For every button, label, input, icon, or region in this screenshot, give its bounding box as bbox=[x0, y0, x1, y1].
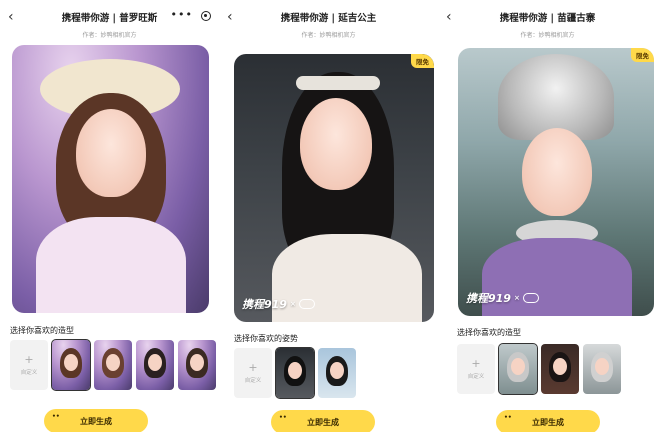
generate-button[interactable]: •• 立即生成 bbox=[496, 410, 600, 432]
face-shape bbox=[522, 128, 592, 216]
free-badge: 限免 bbox=[631, 48, 654, 62]
style-thumb[interactable] bbox=[51, 339, 91, 391]
sparkle-icon: •• bbox=[504, 414, 512, 421]
section-label: 选择你喜欢的姿势 bbox=[234, 334, 298, 343]
plus-icon: + bbox=[248, 361, 258, 374]
sparkle-icon: •• bbox=[279, 414, 287, 421]
generate-button-label: 立即生成 bbox=[307, 417, 339, 427]
thumb-face bbox=[64, 354, 78, 371]
cloud-icon bbox=[522, 293, 539, 303]
hero-portrait-image: 限免 携程919 × bbox=[234, 54, 434, 322]
pose-thumb[interactable] bbox=[318, 348, 356, 398]
section-label: 选择你喜欢的造型 bbox=[10, 326, 74, 335]
author-label: 作者：妙鸭相机官方 bbox=[520, 32, 575, 39]
plus-icon: + bbox=[471, 357, 481, 370]
free-badge: 限免 bbox=[411, 54, 434, 68]
custom-label: 自定义 bbox=[20, 370, 38, 376]
plus-icon: + bbox=[24, 353, 34, 366]
face-shape bbox=[300, 98, 372, 190]
thumb-face bbox=[595, 358, 609, 375]
watermark-text: 携程919 bbox=[466, 292, 511, 305]
custom-label: 自定义 bbox=[467, 374, 485, 380]
style-thumb[interactable] bbox=[178, 340, 216, 390]
top-bar: ‹ 携程带你游 | 延吉公主 bbox=[219, 6, 438, 28]
sparkle-icon: •• bbox=[52, 413, 60, 420]
watermark: 携程919 × bbox=[242, 296, 315, 312]
watermark-x: × bbox=[513, 294, 520, 302]
thumb-face bbox=[511, 358, 525, 375]
screen-yanji: ‹ 携程带你游 | 延吉公主 作者：妙鸭相机官方 限免 携程919 × 选择你喜… bbox=[219, 0, 438, 432]
custom-label: 自定义 bbox=[244, 378, 262, 384]
author-label: 作者：妙鸭相机官方 bbox=[301, 32, 356, 39]
screen-provence: ‹ 携程带你游 | 普罗旺斯 ••• 作者：妙鸭相机官方 选择你喜欢的造型 + … bbox=[0, 0, 219, 432]
top-bar: ‹ 携程带你游 | 普罗旺斯 ••• bbox=[0, 6, 219, 28]
style-thumb[interactable] bbox=[136, 340, 174, 390]
generate-button[interactable]: •• 立即生成 bbox=[271, 410, 375, 432]
page-title: 携程带你游 | 延吉公主 bbox=[280, 13, 377, 24]
pose-thumbnails: + 自定义 bbox=[234, 347, 356, 399]
page-title: 携程带你游 | 苗疆古寨 bbox=[499, 13, 596, 24]
thumb-face bbox=[553, 358, 567, 375]
style-thumb[interactable] bbox=[94, 340, 132, 390]
face-shape bbox=[76, 109, 146, 197]
section-label: 选择你喜欢的造型 bbox=[457, 328, 521, 337]
custom-tile[interactable]: + 自定义 bbox=[10, 340, 48, 390]
top-bar: ‹ 携程带你游 | 苗疆古寨 bbox=[438, 6, 657, 28]
cloud-icon bbox=[298, 299, 315, 309]
watermark: 携程919 × bbox=[466, 290, 539, 306]
hero-portrait-image: 限免 携程919 × bbox=[458, 48, 654, 316]
thumb-face bbox=[288, 362, 302, 379]
thumb-face bbox=[148, 354, 162, 371]
watermark-x: × bbox=[289, 300, 296, 308]
style-thumb[interactable] bbox=[541, 344, 579, 394]
more-dots-icon[interactable]: ••• bbox=[171, 8, 193, 21]
style-thumb[interactable] bbox=[498, 343, 538, 395]
watermark-text: 携程919 bbox=[242, 298, 287, 311]
thumb-face bbox=[106, 354, 120, 371]
hero-portrait-image bbox=[12, 45, 209, 313]
thumb-face bbox=[330, 362, 344, 379]
generate-button-label: 立即生成 bbox=[80, 416, 112, 426]
headpiece-shape bbox=[296, 76, 380, 90]
style-thumbnails: + 自定义 bbox=[457, 343, 621, 395]
style-thumbnails: + 自定义 bbox=[10, 339, 216, 391]
author-label: 作者：妙鸭相机官方 bbox=[82, 32, 137, 39]
custom-tile[interactable]: + 自定义 bbox=[234, 348, 272, 398]
target-icon[interactable] bbox=[201, 11, 211, 21]
custom-tile[interactable]: + 自定义 bbox=[457, 344, 495, 394]
dress-shape bbox=[36, 217, 186, 313]
style-thumb[interactable] bbox=[583, 344, 621, 394]
thumb-face bbox=[190, 354, 204, 371]
generate-button[interactable]: •• 立即生成 bbox=[44, 409, 148, 432]
screen-miao: ‹ 携程带你游 | 苗疆古寨 作者：妙鸭相机官方 限免 携程919 × 选择你喜… bbox=[438, 0, 657, 432]
pose-thumb[interactable] bbox=[275, 347, 315, 399]
generate-button-label: 立即生成 bbox=[532, 417, 564, 427]
